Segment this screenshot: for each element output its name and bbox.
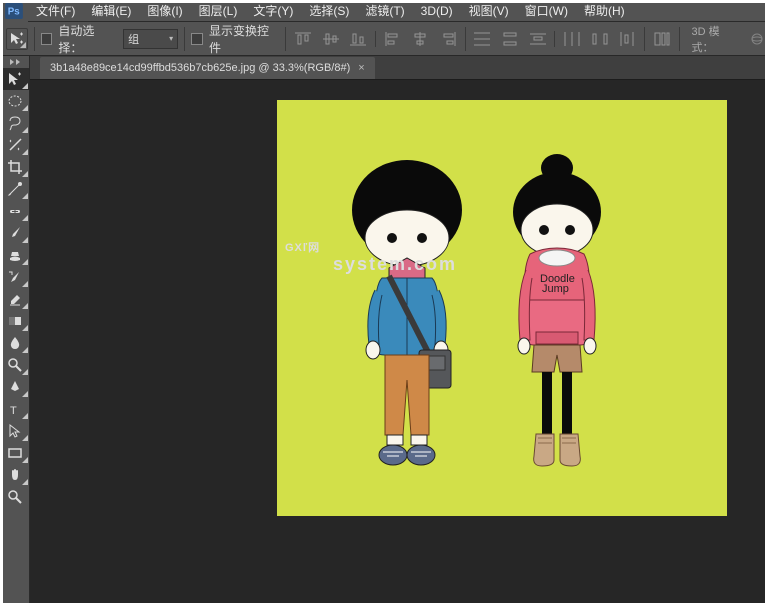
history-brush-tool[interactable] bbox=[1, 266, 29, 288]
menu-layer[interactable]: 图层(L) bbox=[191, 0, 246, 22]
auto-select-checkbox[interactable] bbox=[41, 33, 53, 45]
separator bbox=[679, 27, 680, 51]
separator bbox=[554, 31, 555, 47]
distribute-left-icon[interactable] bbox=[561, 29, 583, 49]
show-transform-label: 显示变换控件 bbox=[209, 22, 280, 56]
align-top-icon[interactable] bbox=[292, 29, 314, 49]
menu-file[interactable]: 文件(F) bbox=[28, 0, 83, 22]
move-tool[interactable] bbox=[1, 68, 29, 90]
canvas-content-girl: Doodle Jump bbox=[492, 150, 622, 490]
document-tab[interactable]: 3b1a48e89ce14cd99ffbd536b7cb625e.jpg @ 3… bbox=[40, 57, 375, 79]
dropdown-arrow-icon: ▾ bbox=[169, 34, 173, 43]
dodge-tool[interactable] bbox=[1, 354, 29, 376]
pen-tool[interactable] bbox=[1, 376, 29, 398]
document-tab-strip: 3b1a48e89ce14cd99ffbd536b7cb625e.jpg @ 3… bbox=[0, 56, 768, 80]
healing-brush-tool[interactable] bbox=[1, 200, 29, 222]
current-tool-indicator[interactable] bbox=[6, 28, 28, 50]
svg-text:Ps: Ps bbox=[8, 6, 21, 17]
separator bbox=[375, 31, 376, 47]
menu-view[interactable]: 视图(V) bbox=[461, 0, 517, 22]
type-tool[interactable]: T bbox=[1, 398, 29, 420]
eraser-tool[interactable] bbox=[1, 288, 29, 310]
hand-tool[interactable] bbox=[1, 464, 29, 486]
mode-3d-label: 3D 模式： bbox=[691, 23, 740, 55]
clone-stamp-tool[interactable] bbox=[1, 244, 29, 266]
eyedropper-tool[interactable] bbox=[1, 178, 29, 200]
options-bar: 自动选择： 组 ▾ 显示变换控件 3D 模式： bbox=[0, 22, 768, 56]
align-bottom-icon[interactable] bbox=[348, 29, 370, 49]
auto-align-icon[interactable] bbox=[651, 29, 673, 49]
auto-select-label: 自动选择： bbox=[58, 22, 117, 56]
zoom-tool[interactable] bbox=[1, 486, 29, 508]
separator bbox=[644, 27, 645, 51]
menu-help[interactable]: 帮助(H) bbox=[576, 0, 633, 22]
canvas[interactable]: Doodle Jump bbox=[277, 100, 727, 516]
align-hcenter-icon[interactable] bbox=[410, 29, 432, 49]
toolbar-toggle[interactable] bbox=[0, 56, 29, 68]
svg-text:Jump: Jump bbox=[542, 283, 569, 295]
menu-image[interactable]: 图像(I) bbox=[139, 0, 190, 22]
separator bbox=[34, 27, 35, 51]
path-selection-tool[interactable] bbox=[1, 420, 29, 442]
menu-bar: Ps 文件(F) 编辑(E) 图像(I) 图层(L) 文字(Y) 选择(S) 滤… bbox=[0, 0, 768, 22]
app-logo: Ps bbox=[0, 0, 28, 22]
menu-window[interactable]: 窗口(W) bbox=[517, 0, 576, 22]
lasso-tool[interactable] bbox=[1, 112, 29, 134]
brush-tool[interactable] bbox=[1, 222, 29, 244]
magic-wand-tool[interactable] bbox=[1, 134, 29, 156]
menu-edit[interactable]: 编辑(E) bbox=[83, 0, 139, 22]
distribute-hcenter-icon[interactable] bbox=[589, 29, 611, 49]
menu-3d[interactable]: 3D(D) bbox=[413, 0, 461, 22]
crop-tool[interactable] bbox=[1, 156, 29, 178]
distribute-top-icon[interactable] bbox=[472, 29, 494, 49]
canvas-content-boy bbox=[327, 150, 487, 490]
auto-select-dropdown[interactable]: 组 ▾ bbox=[123, 29, 178, 49]
svg-text:T: T bbox=[10, 405, 17, 417]
tools-panel: T bbox=[0, 56, 30, 606]
align-left-icon[interactable] bbox=[382, 29, 404, 49]
align-vcenter-icon[interactable] bbox=[320, 29, 342, 49]
distribute-vcenter-icon[interactable] bbox=[499, 29, 521, 49]
rectangle-tool[interactable] bbox=[1, 442, 29, 464]
close-tab-icon[interactable]: × bbox=[358, 62, 364, 74]
blur-tool[interactable] bbox=[1, 332, 29, 354]
separator bbox=[465, 27, 466, 51]
marquee-tool[interactable] bbox=[1, 90, 29, 112]
distribute-right-icon[interactable] bbox=[616, 29, 638, 49]
document-tab-title: 3b1a48e89ce14cd99ffbd536b7cb625e.jpg @ 3… bbox=[50, 62, 350, 74]
distribute-bottom-icon[interactable] bbox=[527, 29, 549, 49]
auto-select-value: 组 bbox=[128, 31, 139, 47]
show-transform-checkbox[interactable] bbox=[191, 33, 203, 45]
align-right-icon[interactable] bbox=[437, 29, 459, 49]
separator bbox=[184, 27, 185, 51]
orbit-3d-icon[interactable] bbox=[747, 29, 768, 49]
separator bbox=[285, 27, 286, 51]
gradient-tool[interactable] bbox=[1, 310, 29, 332]
menu-select[interactable]: 选择(S) bbox=[301, 0, 357, 22]
menu-filter[interactable]: 滤镜(T) bbox=[357, 0, 412, 22]
menu-type[interactable]: 文字(Y) bbox=[245, 0, 301, 22]
